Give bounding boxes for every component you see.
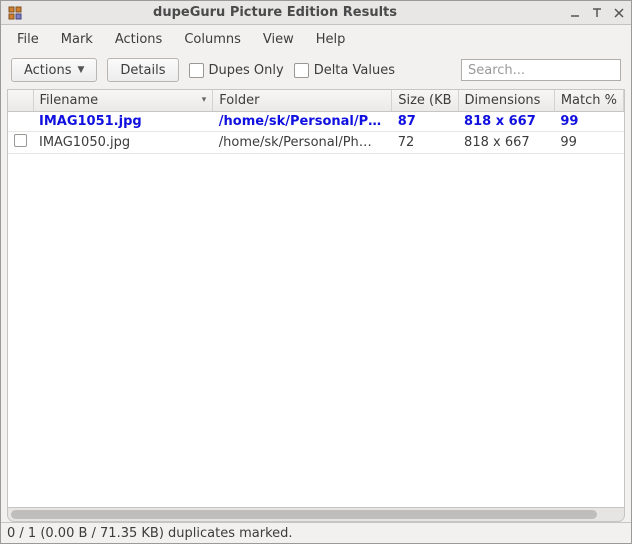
chevron-down-icon: ▼ bbox=[78, 65, 85, 75]
horizontal-scrollbar[interactable] bbox=[7, 508, 625, 522]
cell-filename: IMAG1050.jpg bbox=[33, 132, 213, 154]
dupes-only-toggle[interactable]: Dupes Only bbox=[189, 63, 284, 78]
table-row[interactable]: IMAG1051.jpg /home/sk/Personal/P… 87 818… bbox=[8, 112, 624, 132]
menu-file[interactable]: File bbox=[7, 28, 49, 51]
row-mark-cell[interactable] bbox=[8, 132, 33, 154]
cell-match: 99 bbox=[554, 112, 623, 132]
details-button[interactable]: Details bbox=[107, 58, 178, 82]
cell-match: 99 bbox=[554, 132, 623, 154]
menubar: File Mark Actions Columns View Help bbox=[1, 25, 631, 53]
column-size[interactable]: Size (KB bbox=[392, 90, 458, 112]
results-table: Filename ▾ Folder Size (KB Dimensions Ma… bbox=[7, 89, 625, 508]
menu-view[interactable]: View bbox=[253, 28, 304, 51]
delta-values-label: Delta Values bbox=[314, 63, 395, 78]
column-dimensions[interactable]: Dimensions bbox=[458, 90, 554, 112]
cell-size: 72 bbox=[392, 132, 458, 154]
status-text: 0 / 1 (0.00 B / 71.35 KB) duplicates mar… bbox=[7, 526, 293, 541]
dupes-only-label: Dupes Only bbox=[209, 63, 284, 78]
search-placeholder: Search... bbox=[468, 63, 525, 78]
menu-mark[interactable]: Mark bbox=[51, 28, 103, 51]
titlebar: dupeGuru Picture Edition Results bbox=[1, 1, 631, 25]
menu-help[interactable]: Help bbox=[306, 28, 356, 51]
cell-folder: /home/sk/Personal/Ph… bbox=[213, 132, 392, 154]
table-header-row: Filename ▾ Folder Size (KB Dimensions Ma… bbox=[8, 90, 624, 112]
cell-dimensions: 818 x 667 bbox=[458, 112, 554, 132]
cell-filename: IMAG1051.jpg bbox=[33, 112, 213, 132]
window-title: dupeGuru Picture Edition Results bbox=[0, 5, 569, 20]
checkbox-icon bbox=[14, 134, 27, 147]
sort-indicator-icon: ▾ bbox=[202, 95, 207, 105]
menu-columns[interactable]: Columns bbox=[174, 28, 251, 51]
cell-folder: /home/sk/Personal/P… bbox=[213, 112, 392, 132]
maximize-button[interactable] bbox=[591, 7, 603, 19]
table-row[interactable]: IMAG1050.jpg /home/sk/Personal/Ph… 72 81… bbox=[8, 132, 624, 154]
window: dupeGuru Picture Edition Results File Ma… bbox=[0, 0, 632, 544]
actions-dropdown-button[interactable]: Actions ▼ bbox=[11, 58, 97, 82]
close-button[interactable] bbox=[613, 7, 625, 19]
column-filename[interactable]: Filename ▾ bbox=[33, 90, 213, 112]
delta-values-toggle[interactable]: Delta Values bbox=[294, 63, 395, 78]
window-controls bbox=[569, 7, 625, 19]
row-mark-cell bbox=[8, 112, 33, 132]
cell-size: 87 bbox=[392, 112, 458, 132]
column-checkbox[interactable] bbox=[8, 90, 33, 112]
actions-dropdown-label: Actions bbox=[24, 63, 72, 78]
minimize-button[interactable] bbox=[569, 7, 581, 19]
column-match[interactable]: Match % bbox=[554, 90, 623, 112]
status-bar: 0 / 1 (0.00 B / 71.35 KB) duplicates mar… bbox=[1, 522, 631, 543]
scrollbar-thumb[interactable] bbox=[11, 510, 597, 519]
checkbox-icon bbox=[189, 63, 204, 78]
column-folder[interactable]: Folder bbox=[213, 90, 392, 112]
checkbox-icon bbox=[294, 63, 309, 78]
toolbar: Actions ▼ Details Dupes Only Delta Value… bbox=[1, 53, 631, 87]
search-input[interactable]: Search... bbox=[461, 59, 621, 81]
menu-actions[interactable]: Actions bbox=[105, 28, 173, 51]
cell-dimensions: 818 x 667 bbox=[458, 132, 554, 154]
